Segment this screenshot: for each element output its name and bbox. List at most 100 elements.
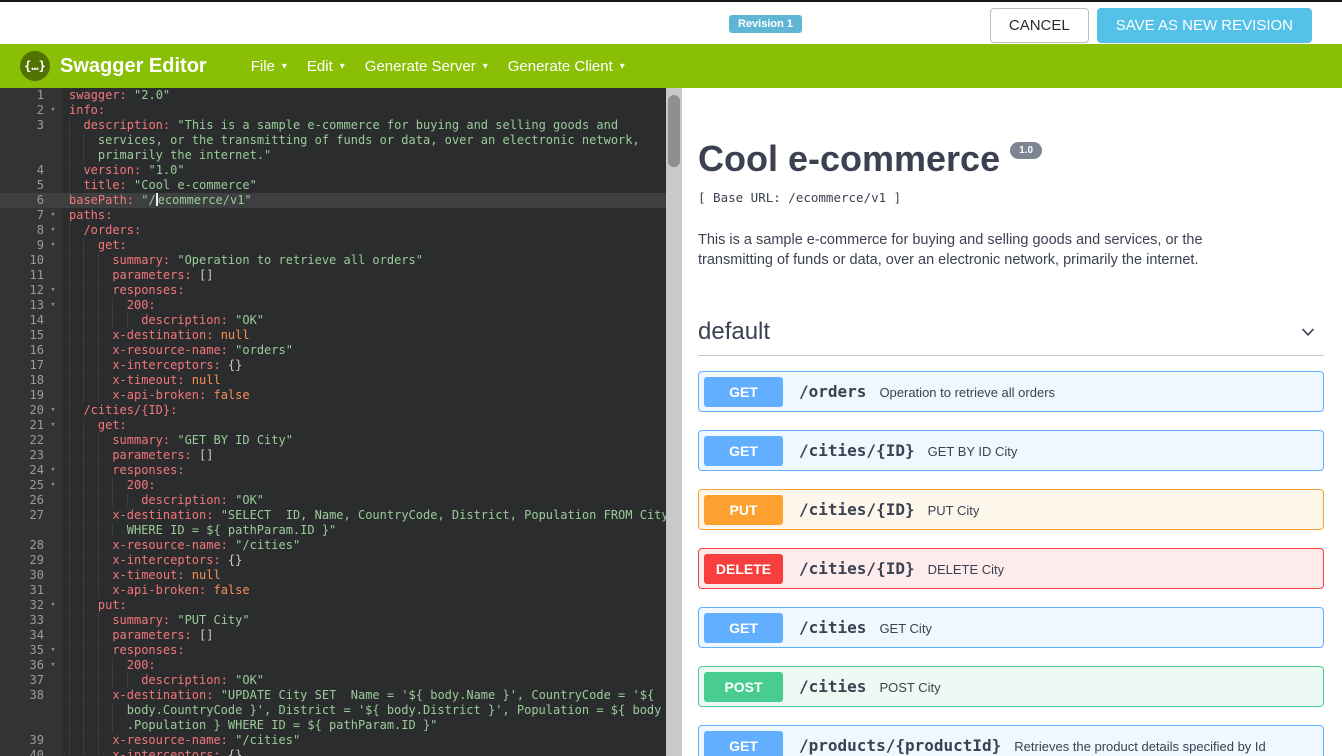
fold-toggle-icon[interactable]: ▾ [44, 223, 62, 238]
code-line[interactable]: 4 version: "1.0" [0, 163, 666, 178]
endpoint-row[interactable]: POST/cities POST City [698, 666, 1324, 707]
indent-guide [69, 568, 83, 583]
fold-toggle-icon[interactable]: ▾ [44, 418, 62, 433]
save-as-new-revision-button[interactable]: SAVE AS NEW REVISION [1096, 8, 1312, 43]
fold-toggle-icon[interactable]: ▾ [44, 103, 62, 118]
code-line[interactable]: WHERE ID = ${ pathParam.ID }" [0, 523, 666, 538]
code-line[interactable]: 15 x-destination: null [0, 328, 666, 343]
cancel-button[interactable]: CANCEL [989, 8, 1089, 43]
indent-guide [69, 538, 83, 553]
fold-toggle-icon[interactable]: ▾ [44, 463, 62, 478]
code-line[interactable]: 9 ▾ get: [0, 238, 666, 253]
token: info: [69, 103, 106, 117]
code-line[interactable]: 19 x-api-broken: false [0, 388, 666, 403]
endpoint-row[interactable]: GET/cities/{ID} GET BY ID City [698, 430, 1324, 471]
code-line[interactable]: body.CountryCode }', District = '${ body… [0, 703, 666, 718]
menu-file[interactable]: File ▾ [251, 54, 287, 79]
code-line[interactable]: 29 x-interceptors: {} [0, 553, 666, 568]
code-line[interactable]: 24 ▾ responses: [0, 463, 666, 478]
endpoint-row[interactable]: PUT/cities/{ID} PUT City [698, 489, 1324, 530]
fold-toggle-icon[interactable]: ▾ [44, 208, 62, 223]
line-number [0, 133, 44, 148]
indent-guide [69, 628, 83, 643]
gutter: 7 ▾ [0, 208, 62, 223]
method-badge: GET [704, 612, 783, 643]
code-line[interactable]: 17 x-interceptors: {} [0, 358, 666, 373]
endpoint-row[interactable]: GET/products/{productId} Retrieves the pr… [698, 725, 1324, 756]
code-line[interactable]: 28 x-resource-name: "/cities" [0, 538, 666, 553]
code-line[interactable]: 10 summary: "Operation to retrieve all or… [0, 253, 666, 268]
code-line[interactable]: 31 x-api-broken: false [0, 583, 666, 598]
fold-toggle-icon[interactable]: ▾ [44, 598, 62, 613]
code-line[interactable]: 2 ▾ info: [0, 103, 666, 118]
code-line[interactable]: 8 ▾ /orders: [0, 223, 666, 238]
code-text: description: "OK" [62, 673, 264, 688]
endpoint-row[interactable]: GET/cities GET City [698, 607, 1324, 648]
code-line[interactable]: 22 summary: "GET BY ID City" [0, 433, 666, 448]
endpoint-row[interactable]: DELETE/cities/{ID} DELETE City [698, 548, 1324, 589]
token: responses: [112, 463, 185, 477]
code-line[interactable]: 35 ▾ responses: [0, 643, 666, 658]
indent-guide [83, 568, 97, 583]
gutter: 40 [0, 748, 62, 756]
code-line[interactable]: 30 x-timeout: null [0, 568, 666, 583]
code-line[interactable]: 25 ▾ 200: [0, 478, 666, 493]
menu-generate-server[interactable]: Generate Server ▾ [365, 54, 488, 79]
code-line[interactable]: 12 ▾ responses: [0, 283, 666, 298]
code-line[interactable]: 26 description: "OK" [0, 493, 666, 508]
scrollbar-thumb[interactable] [668, 95, 680, 167]
indent-guide [69, 178, 83, 193]
code-line[interactable]: 21 ▾ get: [0, 418, 666, 433]
line-number: 25 [29, 478, 44, 492]
code-line[interactable]: 23 parameters: [] [0, 448, 666, 463]
fold-toggle-icon[interactable]: ▾ [44, 478, 62, 493]
code-line[interactable]: 40 x-interceptors: {} [0, 748, 666, 756]
fold-toggle-icon[interactable]: ▾ [44, 283, 62, 298]
indent-guide [97, 388, 112, 403]
chevron-down-icon[interactable] [1298, 322, 1318, 342]
fold-toggle-icon[interactable]: ▾ [44, 658, 62, 673]
code-line[interactable]: 20 ▾ /cities/{ID}: [0, 403, 666, 418]
code-line[interactable]: 32 ▾ put: [0, 598, 666, 613]
code-line[interactable]: 37 description: "OK" [0, 673, 666, 688]
fold-toggle-icon[interactable]: ▾ [44, 298, 62, 313]
code-line[interactable]: 13 ▾ 200: [0, 298, 666, 313]
code-line[interactable]: 7 ▾ paths: [0, 208, 666, 223]
code-line[interactable]: 38 x-destination: "UPDATE City SET Name =… [0, 688, 666, 703]
code-line[interactable]: 18 x-timeout: null [0, 373, 666, 388]
code-line[interactable]: 39 x-resource-name: "/cities" [0, 733, 666, 748]
indent-guide [83, 283, 97, 298]
code-line[interactable]: 1 swagger: "2.0" [0, 88, 666, 103]
code-line[interactable]: 3 description: "This is a sample e-commer… [0, 118, 666, 133]
code-text: responses: [62, 643, 185, 658]
code-text: WHERE ID = ${ pathParam.ID }" [62, 523, 336, 538]
line-number: 36 [29, 658, 44, 672]
code-line[interactable]: 36 ▾ 200: [0, 658, 666, 673]
indent-guide [83, 628, 97, 643]
code-line[interactable]: 34 parameters: [] [0, 628, 666, 643]
section-header-default[interactable]: default [698, 318, 1324, 356]
code-line[interactable]: 5 title: "Cool e-commerce" [0, 178, 666, 193]
code-line[interactable]: 27 x-destination: "SELECT ID, Name, Count… [0, 508, 666, 523]
fold-toggle-icon[interactable]: ▾ [44, 238, 62, 253]
code-line[interactable]: .Population } WHERE ID = ${ pathParam.ID… [0, 718, 666, 733]
menu-edit[interactable]: Edit ▾ [307, 54, 345, 79]
fold-toggle-icon[interactable]: ▾ [44, 403, 62, 418]
code-line[interactable]: 14 description: "OK" [0, 313, 666, 328]
code-editor[interactable]: 1 swagger: "2.0" 2 ▾ info: 3 description: "Thi… [0, 88, 666, 756]
endpoint-row[interactable]: GET/orders Operation to retrieve all orde… [698, 371, 1324, 412]
fold-toggle-icon[interactable]: ▾ [44, 643, 62, 658]
code-line[interactable]: 16 x-resource-name: "orders" [0, 343, 666, 358]
editor-scrollbar[interactable] [666, 88, 682, 756]
code-line[interactable]: services, or the transmitting of funds o… [0, 133, 666, 148]
code-text: parameters: [] [62, 268, 213, 283]
code-line[interactable]: 11 parameters: [] [0, 268, 666, 283]
code-line[interactable]: 6 basePath: "/ecommerce/v1" [0, 193, 666, 208]
code-line[interactable]: primarily the internet." [0, 148, 666, 163]
menu-generate-client[interactable]: Generate Client ▾ [508, 54, 625, 79]
code-line[interactable]: 33 summary: "PUT City" [0, 613, 666, 628]
gutter [0, 703, 62, 718]
